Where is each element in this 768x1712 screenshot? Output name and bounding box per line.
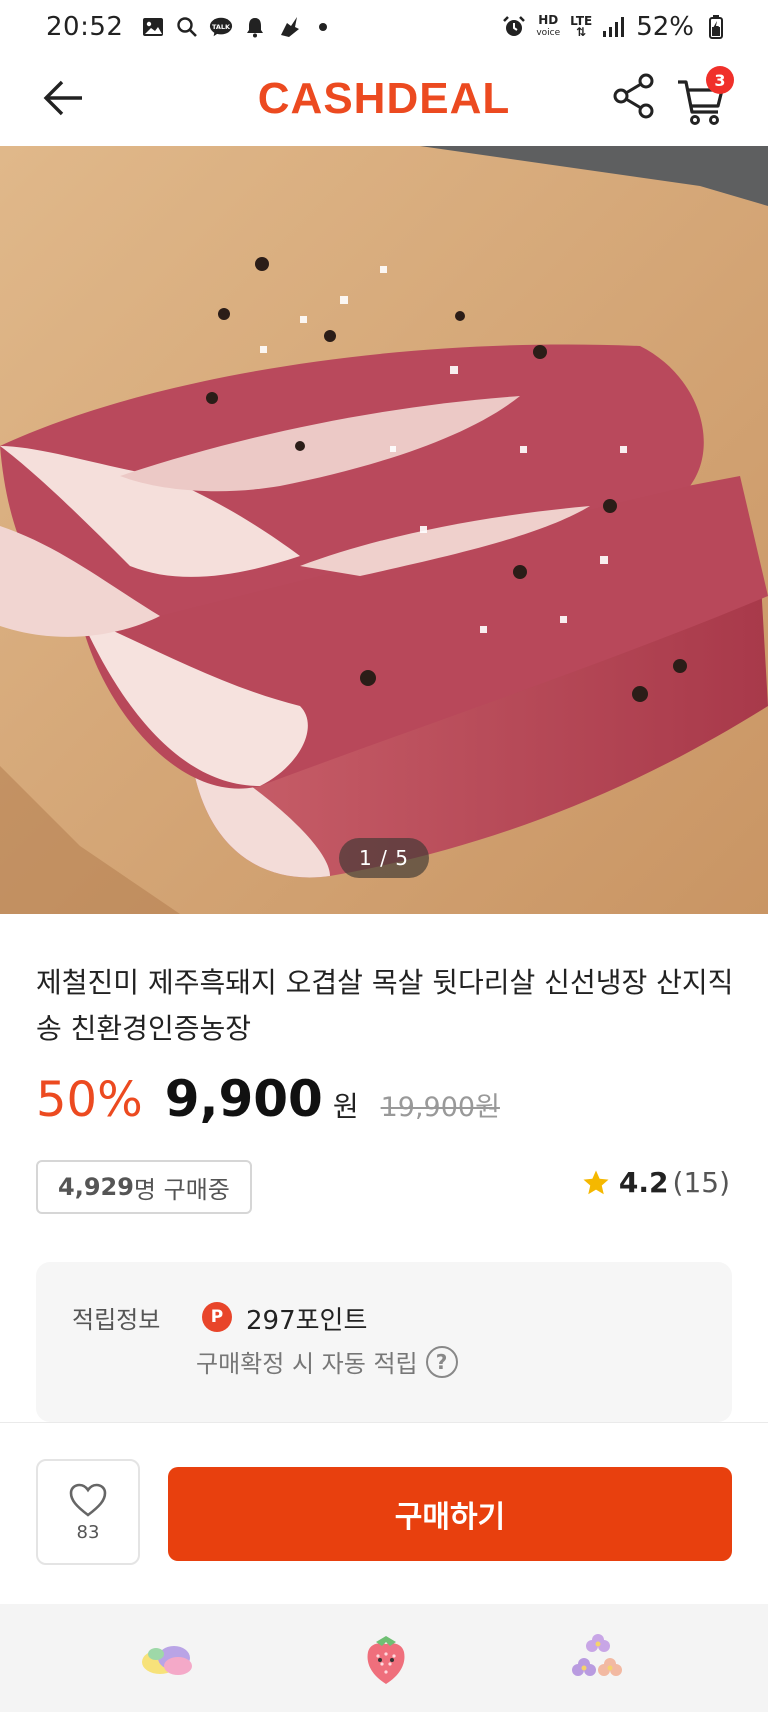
- like-button[interactable]: 83: [36, 1459, 140, 1565]
- cart-button[interactable]: 3: [676, 66, 736, 125]
- dot-icon: [311, 15, 335, 39]
- fruit-mix-icon[interactable]: [138, 1628, 198, 1688]
- bottom-nav: [0, 1604, 768, 1712]
- points-info-box: 적립정보 P 297포인트 구매확정 시 자동 적립 ?: [36, 1262, 732, 1422]
- help-icon[interactable]: ?: [425, 1345, 458, 1378]
- share-button[interactable]: [608, 70, 660, 122]
- status-time: 20:52: [46, 12, 124, 42]
- like-count: 83: [76, 1521, 100, 1543]
- currency-label: 원: [332, 1090, 359, 1123]
- points-note-text: 구매확정 시 자동 적립: [196, 1350, 418, 1378]
- search-icon: [175, 15, 199, 39]
- signal-icon: [602, 15, 626, 39]
- status-right: HD voice LTE ⇅ 52%: [502, 12, 728, 42]
- svg-text:TALK: TALK: [212, 23, 231, 31]
- strawberry-icon[interactable]: [356, 1628, 416, 1688]
- points-note: 구매확정 시 자동 적립 ?: [196, 1344, 458, 1379]
- app-header: CASHDEAL 3: [0, 54, 768, 146]
- heart-icon: [69, 1483, 107, 1517]
- star-icon: [583, 1170, 609, 1194]
- product-image[interactable]: 1 / 5: [0, 146, 768, 914]
- price-row: 50% 9,900 원 19,900원: [36, 1070, 500, 1128]
- buyers-count-badge: 4,929 명 구매중: [36, 1160, 252, 1214]
- alarm-icon: [502, 15, 526, 39]
- lte-label: LTE ⇅: [570, 14, 593, 39]
- cart-count-badge: 3: [706, 66, 734, 94]
- review-count: (15): [672, 1166, 730, 1199]
- share-icon: [613, 73, 654, 119]
- points-value: 297포인트: [246, 1306, 368, 1336]
- sale-price: 9,900: [164, 1070, 323, 1128]
- product-title: 제철진미 제주흑돼지 오겹살 목살 뒷다리살 신선냉장 산지직송 친환경인증농장: [36, 966, 734, 1045]
- purchase-action-bar: 83 구매하기: [0, 1422, 768, 1604]
- buyers-count: 4,929: [58, 1173, 134, 1201]
- buy-button[interactable]: 구매하기: [168, 1467, 732, 1561]
- vpn-icon: [277, 15, 301, 39]
- hd-voice-label: HD voice: [536, 13, 561, 38]
- rating-value: 4.2: [618, 1166, 669, 1199]
- discount-rate: 50%: [36, 1072, 143, 1128]
- flower-icon[interactable]: [568, 1628, 628, 1688]
- original-price: 19,900원: [380, 1092, 500, 1123]
- status-bar: 20:52 TALK HD voice LTE ⇅ 52%: [0, 0, 768, 54]
- product-photo: [0, 146, 768, 914]
- status-left: 20:52 TALK: [46, 12, 335, 42]
- buyers-suffix: 명 구매중: [133, 1175, 230, 1204]
- bell-icon: [243, 15, 267, 39]
- image-pager: 1 / 5: [339, 838, 429, 878]
- points-label: 적립정보: [72, 1306, 161, 1334]
- talk-icon: TALK: [209, 15, 233, 39]
- gallery-icon: [141, 15, 165, 39]
- point-icon: P: [202, 1302, 232, 1332]
- battery-percent: 52%: [636, 12, 694, 42]
- rating[interactable]: 4.2 (15): [581, 1166, 730, 1199]
- battery-icon: [704, 15, 728, 39]
